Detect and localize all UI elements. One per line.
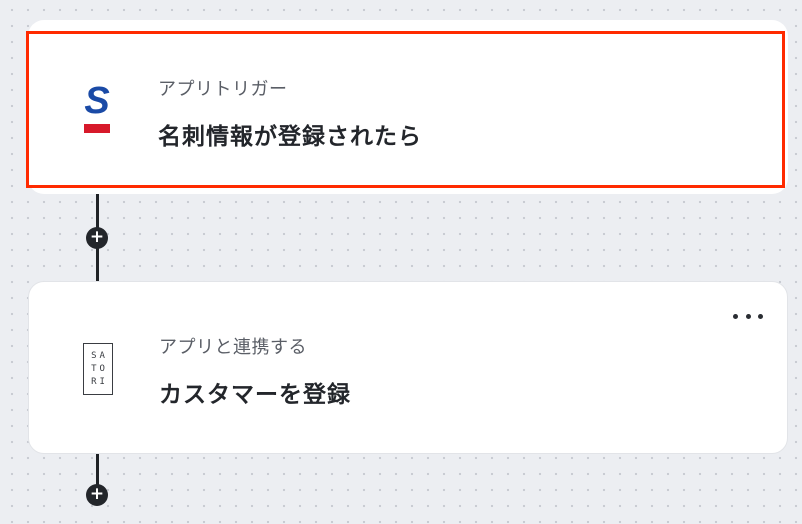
satori-logo-line: TO: [91, 363, 108, 374]
step-title: 名刺情報が登録されたら: [158, 124, 422, 150]
step-title: カスタマーを登録: [159, 382, 351, 408]
more-horizontal-icon[interactable]: [733, 308, 763, 324]
add-step-button[interactable]: +: [86, 227, 108, 249]
step-type-label: アプリと連携する: [159, 337, 307, 358]
add-step-button[interactable]: +: [86, 484, 108, 506]
satori-logo-icon: SA TO RI: [83, 343, 113, 395]
step-type-label: アプリトリガー: [158, 79, 288, 100]
action-step-card[interactable]: SA TO RI アプリと連携する カスタマーを登録: [28, 281, 788, 454]
trigger-step-card[interactable]: S アプリトリガー 名刺情報が登録されたら: [26, 20, 788, 194]
svg-text:S: S: [84, 82, 109, 122]
satori-logo-line: RI: [91, 376, 108, 387]
selection-highlight: [26, 31, 785, 188]
sansan-logo-icon: S: [80, 80, 114, 142]
satori-logo-line: SA: [91, 350, 108, 361]
